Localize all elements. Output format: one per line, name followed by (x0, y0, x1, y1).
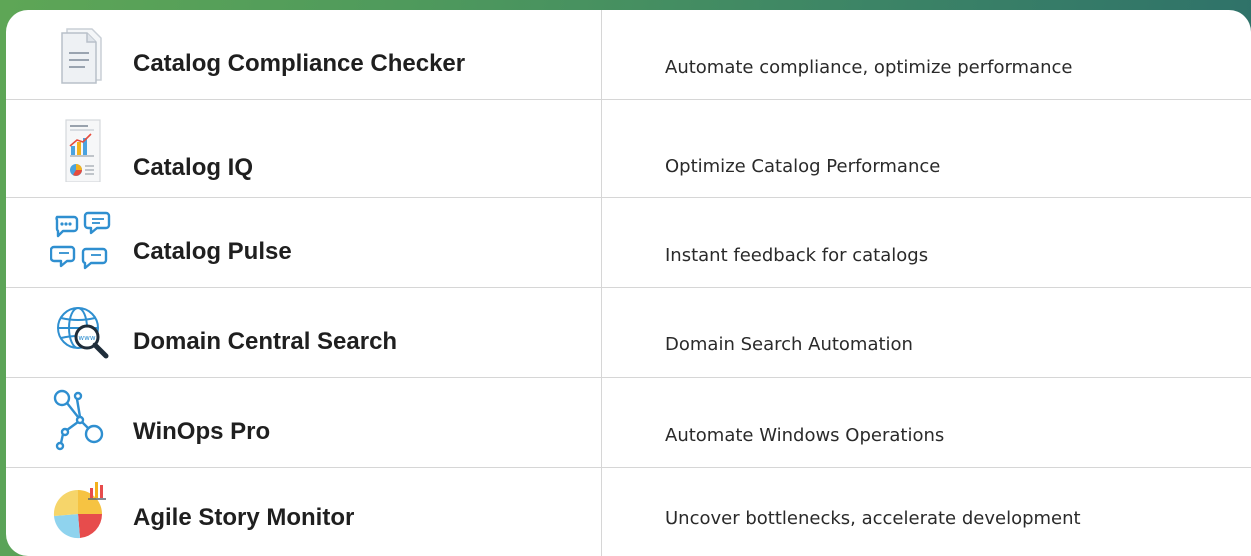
product-description: Domain Search Automation (665, 334, 913, 355)
product-name: Domain Central Search (133, 328, 398, 355)
product-name: Agile Story Monitor (133, 504, 355, 531)
globe-search-icon: www (57, 307, 109, 359)
product-name: WinOps Pro (133, 418, 271, 445)
table-row[interactable]: Agile Story Monitor Uncover bottlenecks,… (6, 468, 1251, 556)
report-chart-icon (65, 119, 101, 182)
pie-chart-icon (53, 482, 106, 539)
product-table-card: Catalog Compliance Checker Automate comp… (6, 10, 1251, 556)
document-icon (61, 28, 102, 84)
product-description: Uncover bottlenecks, accelerate developm… (665, 508, 1081, 529)
product-name: Catalog Pulse (133, 238, 292, 265)
table-row[interactable]: Catalog Compliance Checker Automate comp… (6, 10, 1251, 100)
network-nodes-icon (53, 389, 104, 451)
product-description: Automate Windows Operations (665, 425, 945, 446)
product-description: Instant feedback for catalogs (665, 245, 929, 266)
product-description: Optimize Catalog Performance (665, 156, 941, 177)
product-name: Catalog IQ (133, 154, 254, 181)
table-row[interactable]: Catalog Pulse Instant feedback for catal… (6, 198, 1251, 288)
svg-text:www: www (78, 334, 95, 342)
table-row[interactable]: www Domain Central Search Domain Search … (6, 288, 1251, 378)
table-row[interactable]: Catalog IQ Optimize Catalog Performance (6, 108, 1251, 198)
table-row[interactable]: WinOps Pro Automate Windows Operations (6, 378, 1251, 468)
product-description: Automate compliance, optimize performanc… (665, 57, 1073, 78)
product-name: Catalog Compliance Checker (133, 50, 466, 77)
chat-bubbles-icon (50, 211, 111, 270)
